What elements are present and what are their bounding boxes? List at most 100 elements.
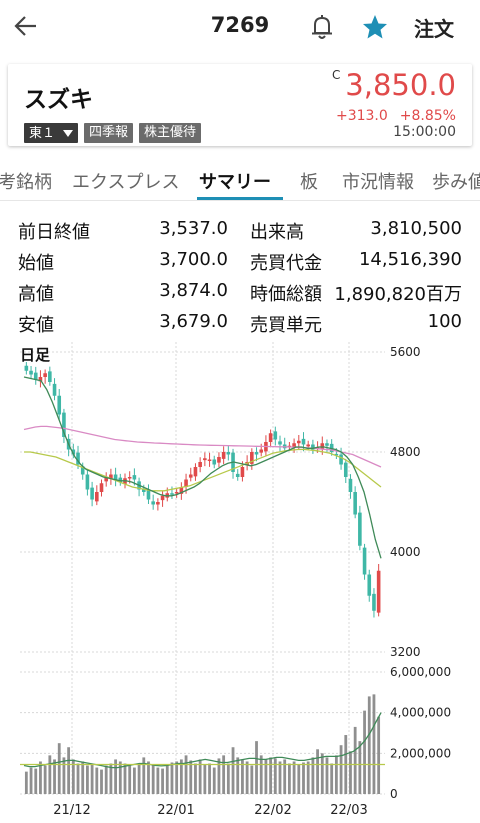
volume-bar (90, 763, 94, 794)
volume-bar (48, 755, 52, 794)
volume-bar (330, 763, 334, 794)
price-tick-label: 4000 (390, 545, 421, 559)
candle-body (156, 502, 160, 505)
volume-bar (128, 765, 132, 794)
candle-body (95, 492, 99, 502)
candle-body (212, 459, 217, 465)
volume-tick-label: 6,000,000 (390, 665, 451, 679)
volume-bar (278, 761, 282, 794)
candle-body (113, 474, 118, 480)
volume-bar (189, 760, 193, 794)
volume-bar (226, 763, 230, 794)
volume-bar (29, 767, 33, 794)
volume-bar (306, 761, 310, 794)
candle-body (188, 474, 193, 478)
quarterly-report-tag[interactable]: 四季報 (84, 123, 134, 143)
candle-body (320, 443, 325, 449)
tab-summary[interactable]: サマリー (199, 168, 271, 194)
tab-express[interactable]: エクスプレス (72, 168, 179, 194)
volume-bar (147, 761, 150, 794)
stat-label: 前日終値 (18, 222, 90, 243)
volume-bar (24, 771, 28, 794)
volume-bar (184, 755, 188, 794)
volume-bar (259, 755, 263, 794)
candle-body (376, 570, 381, 613)
candle-body (207, 459, 212, 461)
candle-body (193, 467, 198, 477)
candle-body (170, 493, 174, 495)
candle-body (160, 495, 165, 501)
order-button[interactable]: 注文 (414, 13, 454, 42)
stat-label: 売買代金 (250, 253, 322, 274)
dropdown-triangle-icon (63, 129, 74, 137)
shareholder-benefit-tag[interactable]: 株主優待 (139, 123, 202, 143)
candle-body (240, 467, 245, 477)
stat-value: 3,874.0 (159, 280, 228, 301)
candle-body (132, 475, 137, 480)
tab-related-stocks[interactable]: 考銘柄 (0, 168, 52, 194)
arrow-left-icon[interactable] (12, 12, 40, 40)
volume-bar (217, 758, 221, 794)
candle-body (151, 501, 155, 505)
volume-bar (236, 757, 240, 794)
volume-tick-label: 2,000,000 (390, 746, 451, 760)
volume-bar (311, 757, 315, 794)
stat-value: 100 (427, 311, 462, 332)
volume-bar (95, 767, 99, 794)
volume-bar (245, 761, 249, 794)
stat-label: 売買単元 (250, 315, 322, 336)
star-icon[interactable] (362, 14, 388, 40)
stat-label: 時価総額 (250, 284, 322, 305)
volume-bar (151, 764, 155, 794)
volume-bar (320, 753, 324, 794)
candle-body (362, 547, 367, 575)
volume-bar (156, 767, 160, 794)
volume-bar (377, 716, 381, 794)
tab-trade-history[interactable]: 歩み値 (432, 168, 480, 194)
stat-value: 3,679.0 (159, 311, 228, 332)
quote-time: 15:00:00 (393, 124, 456, 140)
x-tick-label: 22/02 (254, 803, 291, 818)
volume-bar (132, 767, 136, 794)
volume-bar (76, 763, 80, 794)
candle-body (127, 477, 132, 479)
bell-icon[interactable] (310, 14, 334, 40)
candle-body (259, 449, 264, 453)
x-tick-label: 22/01 (157, 803, 194, 818)
tab-market-info[interactable]: 市況情報 (342, 168, 414, 194)
market-selector[interactable]: 東１ (24, 123, 79, 143)
candle-body (235, 473, 240, 477)
tab-bar: 考銘柄 エクスプレス サマリー 板 市況情報 歩み値 (0, 162, 480, 200)
candle-body (353, 492, 357, 515)
quote-card: スズキ 東１ 四季報 株主優待 C 3,850.0 +313.0 +8.85% … (8, 64, 472, 146)
volume-bar (372, 694, 376, 794)
volume-bar (34, 768, 38, 794)
stat-value: 3,700.0 (159, 249, 228, 270)
volume-bar (363, 710, 366, 794)
stat-label: 始値 (18, 253, 54, 274)
price-chart[interactable]: 日足 5600 4800 4000 3200 6,000,000 4,000,000 2,00… (0, 342, 480, 823)
volume-bar (339, 745, 343, 794)
stat-label: 安値 (18, 315, 54, 336)
volume-bar (104, 765, 108, 794)
market-label: 東１ (29, 125, 56, 141)
volume-bar (222, 755, 226, 794)
candle-body (339, 454, 343, 465)
stat-value: 3,537.0 (159, 218, 228, 239)
volume-bar (137, 763, 141, 794)
volume-bar (62, 757, 66, 794)
candle-body (90, 487, 94, 500)
volume-bar (273, 758, 277, 794)
candle-body (99, 483, 104, 492)
volume-bar (208, 763, 211, 794)
x-tick-label: 21/12 (53, 803, 90, 818)
candle-body (273, 431, 278, 440)
candle-body (254, 452, 259, 455)
volume-bar (86, 765, 89, 794)
chart-svg: 日足 5600 4800 4000 3200 6,000,000 4,000,000 2,00… (20, 342, 451, 818)
candle-body (174, 492, 179, 494)
candle-body (268, 433, 273, 442)
volume-bar (67, 747, 71, 794)
tab-order-book[interactable]: 板 (300, 168, 318, 194)
candle-body (52, 383, 57, 396)
